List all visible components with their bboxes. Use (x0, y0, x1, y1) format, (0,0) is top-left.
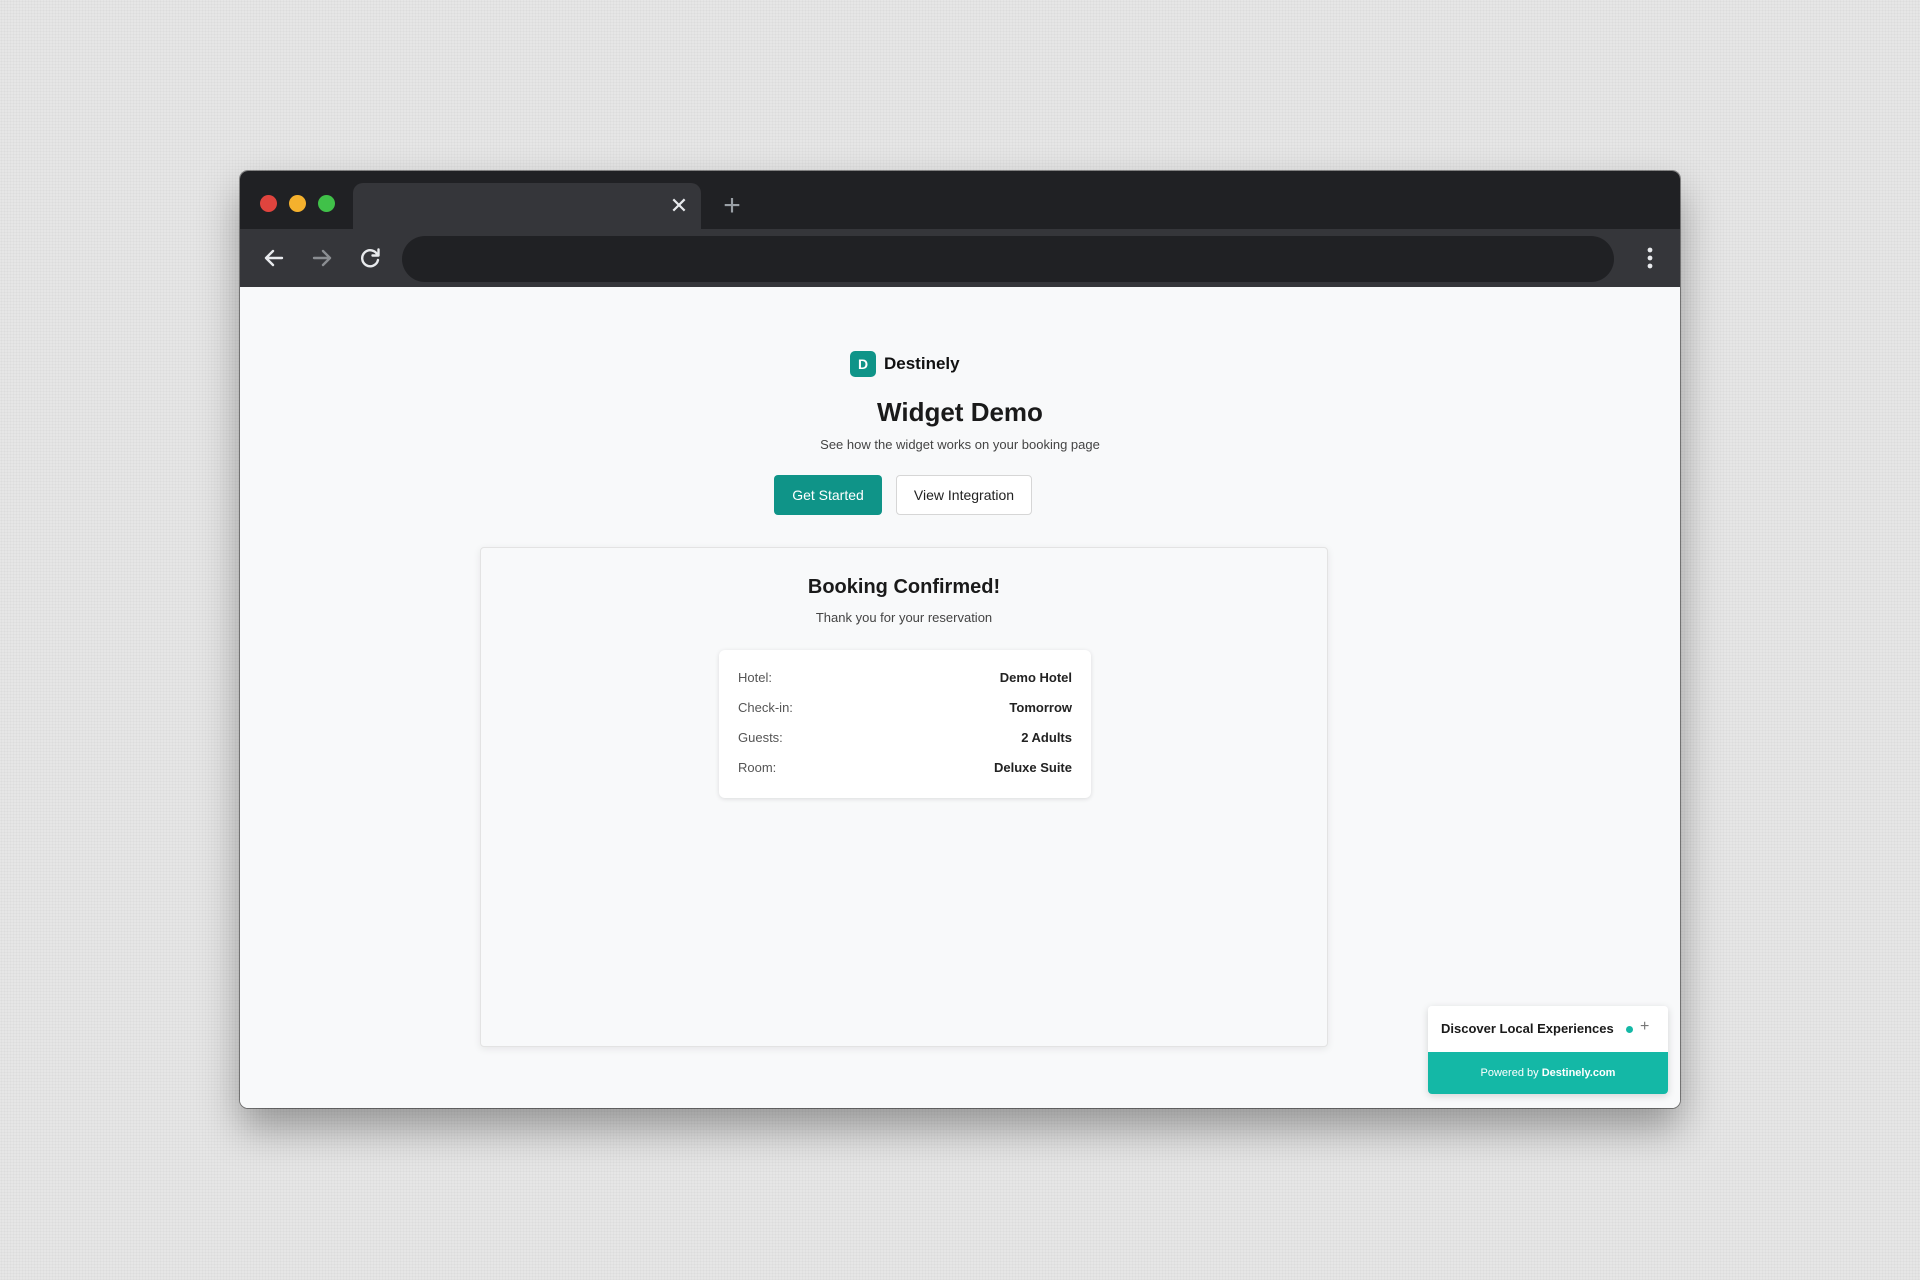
minimize-window-button[interactable] (289, 195, 306, 212)
detail-row-check-in: Check-in: Tomorrow (738, 700, 1072, 720)
kebab-menu-icon[interactable] (1634, 242, 1666, 274)
close-window-button[interactable] (260, 195, 277, 212)
detail-row-room: Room: Deluxe Suite (738, 760, 1072, 780)
widget-title: Discover Local Experiences (1441, 1021, 1614, 1036)
status-dot-icon (1626, 1026, 1633, 1033)
detail-label: Room: (738, 760, 777, 775)
reload-icon[interactable] (354, 242, 386, 274)
browser-window: ✕ + D Destinely Widget Demo See how the … (240, 171, 1680, 1108)
detail-value: Deluxe Suite (993, 760, 1072, 775)
detail-row-hotel: Hotel: Demo Hotel (738, 670, 1072, 690)
back-icon[interactable] (258, 242, 290, 274)
detail-value: Demo Hotel (999, 670, 1072, 685)
detail-label: Guests: (738, 730, 783, 745)
page-content: D Destinely Widget Demo See how the widg… (240, 287, 1680, 1108)
address-bar[interactable] (402, 236, 1614, 282)
browser-tab[interactable]: ✕ (353, 183, 701, 229)
detail-value: Tomorrow (1009, 700, 1072, 715)
detail-label: Check-in: (738, 700, 793, 715)
view-integration-button[interactable]: View Integration (896, 475, 1032, 515)
browser-toolbar (240, 229, 1680, 287)
widget-header[interactable]: Discover Local Experiences + (1428, 1006, 1668, 1052)
page-subtitle: See how the widget works on your booking… (820, 437, 1100, 452)
experiences-widget[interactable]: Discover Local Experiences + Powered by … (1428, 1006, 1668, 1094)
booking-title: Booking Confirmed! (807, 576, 1001, 598)
brand-name: Destinely (884, 354, 960, 373)
browser-titlebar: ✕ + (240, 171, 1680, 229)
widget-footer[interactable]: Powered by Destinely.com (1428, 1052, 1668, 1094)
booking-subtitle: Thank you for your reservation (815, 610, 993, 625)
brand: D Destinely (850, 350, 960, 378)
brand-logo: D (850, 351, 876, 377)
powered-by-label: Powered by (1480, 1067, 1539, 1079)
detail-row-guests: Guests: 2 Adults (738, 730, 1072, 750)
booking-details: Hotel: Demo Hotel Check-in: Tomorrow Gue… (719, 650, 1091, 798)
new-tab-button[interactable]: + (718, 191, 746, 221)
powered-by-link[interactable]: Destinely.com (1542, 1067, 1616, 1079)
page-title: Widget Demo (877, 397, 1043, 427)
detail-value: 2 Adults (1021, 730, 1072, 745)
booking-confirmation-card: Booking Confirmed! Thank you for your re… (480, 547, 1328, 1047)
tab-close-icon[interactable]: ✕ (667, 194, 691, 218)
expand-icon[interactable]: + (1640, 1018, 1649, 1036)
maximize-window-button[interactable] (318, 195, 335, 212)
detail-label: Hotel: (738, 670, 772, 685)
forward-icon[interactable] (306, 242, 338, 274)
get-started-button[interactable]: Get Started (774, 475, 882, 515)
